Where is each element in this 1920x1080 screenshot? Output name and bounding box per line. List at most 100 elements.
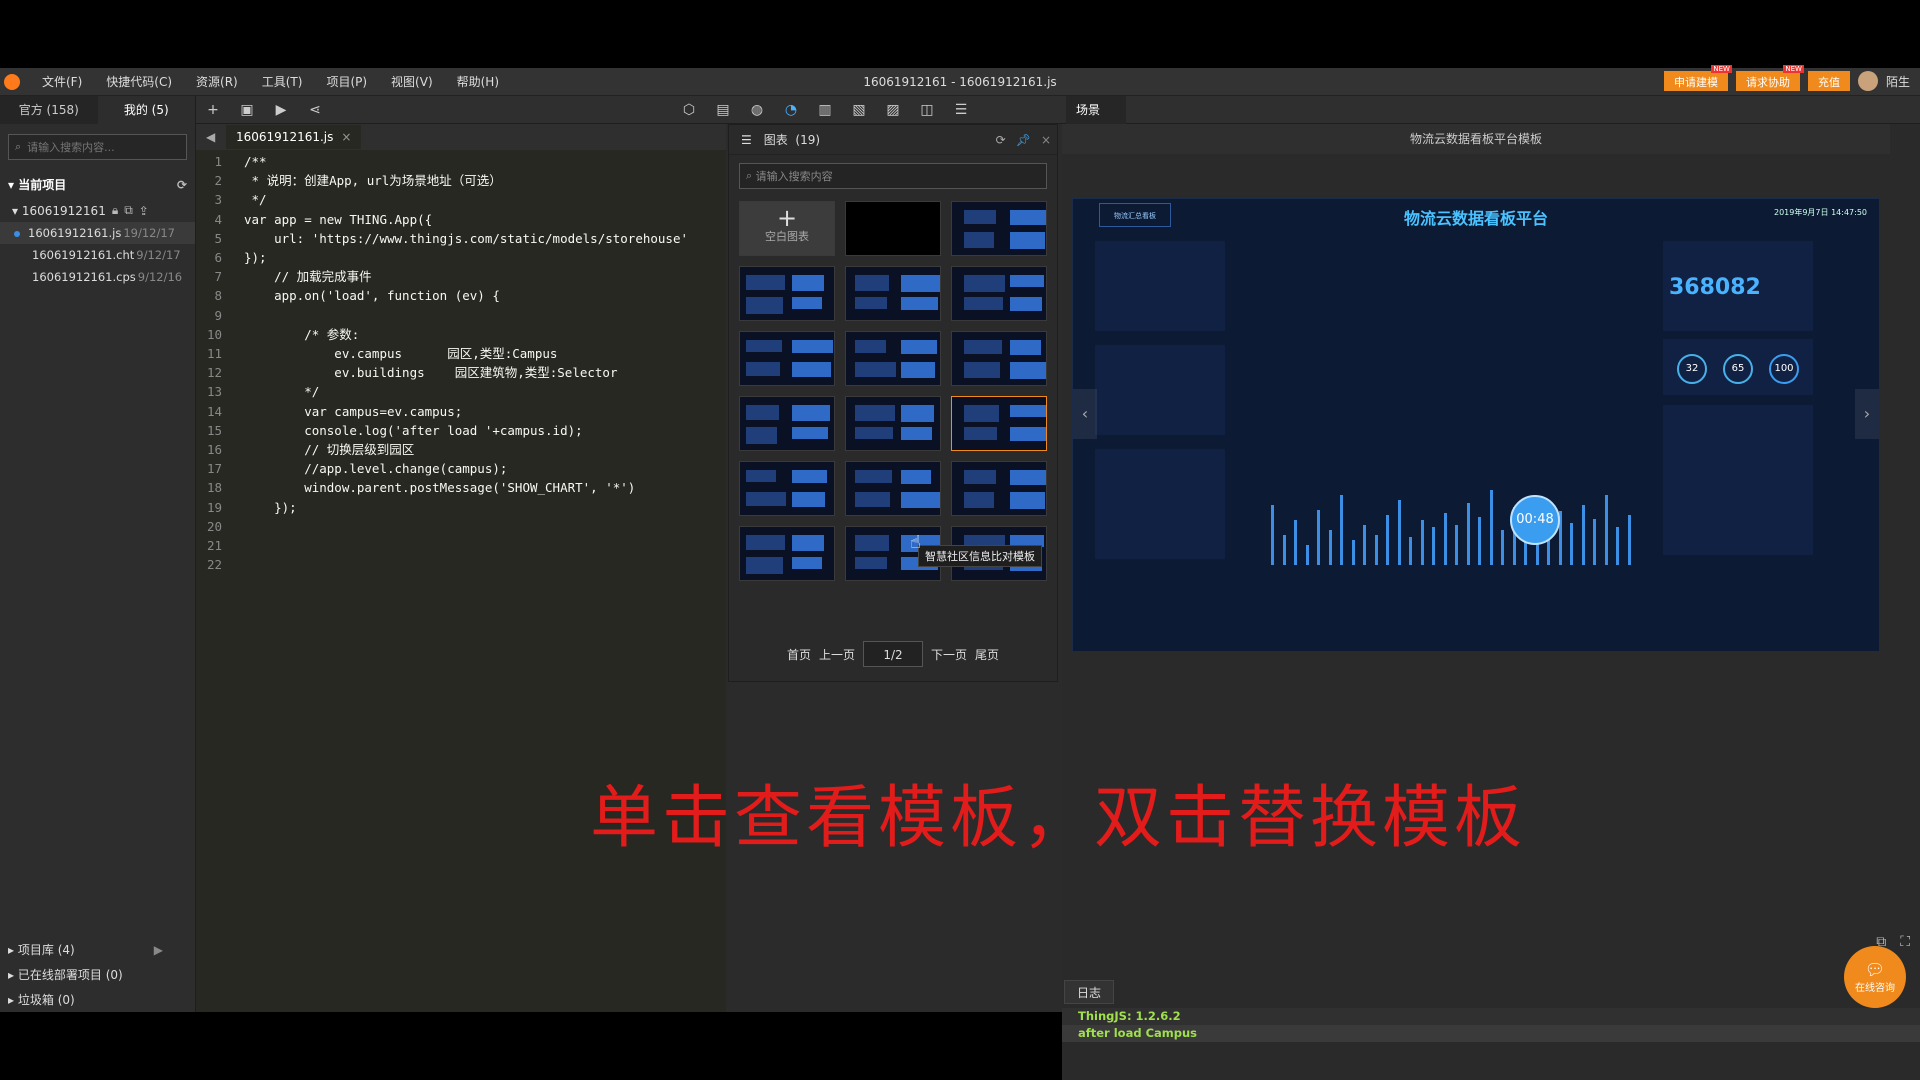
layout-icon[interactable]: ▥ [815,100,835,120]
book-icon[interactable]: ▤ [713,100,733,120]
username[interactable]: 陌生 [1886,73,1910,90]
tab-official[interactable]: 官方 (158) [0,96,98,124]
add-icon[interactable]: + [203,100,223,120]
prev-page-link[interactable]: 上一页 [819,646,855,663]
code-text[interactable]: //app.level.change(campus); [232,459,507,478]
code-text[interactable]: var app = new THING.App({ [232,210,432,229]
menu-help[interactable]: 帮助(H) [457,73,499,90]
code-text[interactable]: // 加载完成事件 [232,267,372,286]
template-thumbnail[interactable] [951,461,1047,516]
code-line[interactable]: 1 /** [196,152,726,171]
expand-icon[interactable]: ▾ [12,204,22,218]
first-page-link[interactable]: 首页 [787,646,811,663]
editor-tab[interactable]: 16061912161.js × [226,125,362,149]
code-text[interactable]: app.on('load', function (ev) { [232,286,500,305]
refresh-icon[interactable]: ⟳ [996,133,1006,147]
new-file-icon[interactable]: ⧉ [124,203,133,218]
template-thumbnail[interactable] [739,331,835,386]
code-line[interactable]: 9 [196,306,726,325]
menu-icon[interactable]: ☰ [741,133,752,147]
file-item[interactable]: 16061912161.cht 9/12/17 [0,244,195,266]
code-text[interactable]: }); [232,248,267,267]
code-line[interactable]: 18 window.parent.postMessage('SHOW_CHART… [196,478,726,497]
code-line[interactable]: 10 /* 参数: [196,325,726,344]
image-icon[interactable]: ▧ [849,100,869,120]
template-thumbnail[interactable] [739,266,835,321]
code-text[interactable]: // 切换层级到园区 [232,440,414,459]
file-item[interactable]: 16061912161.cps 9/12/16 [0,266,195,288]
prev-arrow-icon[interactable]: ‹ [1073,389,1097,439]
code-text[interactable]: */ [232,190,267,209]
code-text[interactable]: var campus=ev.campus; [232,402,462,421]
code-text[interactable]: url: 'https://www.thingjs.com/static/mod… [232,229,688,248]
code-line[interactable]: 20 [196,517,726,536]
code-line[interactable]: 5 url: 'https://www.thingjs.com/static/m… [196,229,726,248]
code-text[interactable]: * 说明：创建App, url为场景地址（可选） [232,171,502,190]
apply-modeling-button[interactable]: 申请建模 NEW [1663,65,1732,91]
close-icon[interactable]: × [1041,133,1051,147]
template-thumbnail[interactable] [845,266,941,321]
code-line[interactable]: 19 }); [196,498,726,517]
run-icon[interactable]: ▶ [271,100,291,120]
last-page-link[interactable]: 尾页 [975,646,999,663]
arrow-right-icon[interactable]: ▶ [154,943,163,957]
code-line[interactable]: 4 var app = new THING.App({ [196,210,726,229]
sidebar-search-input[interactable] [27,140,168,154]
code-lines[interactable]: 1/** 2 * 说明：创建App, url为场景地址（可选） 3 */4 var a… [196,150,726,574]
page-input[interactable]: 1/2 [863,641,923,667]
model-icon[interactable]: ⬡ [679,100,699,120]
menu-project[interactable]: 项目(P) [326,73,367,90]
template-thumbnail[interactable] [739,396,835,451]
menu-resources[interactable]: 资源(R) [196,73,238,90]
lock-icon[interactable]: 🔒︎ [112,203,118,218]
code-line[interactable]: 6}); [196,248,726,267]
list-icon[interactable]: ☰ [951,100,971,120]
code-line[interactable]: 21 [196,536,726,555]
code-line[interactable]: 15 console.log('after load '+campus.id); [196,421,726,440]
template-thumbnail[interactable] [845,461,941,516]
next-page-link[interactable]: 下一页 [931,646,967,663]
collapse-icon[interactable]: ▾ [8,178,18,192]
code-line[interactable]: 8 app.on('load', function (ev) { [196,286,726,305]
recharge-button[interactable]: 充值 [1807,71,1850,91]
chart-icon[interactable]: ◔ [781,100,801,120]
code-line[interactable]: 22 [196,555,726,574]
refresh-icon[interactable]: ⟳ [177,178,187,192]
code-line[interactable]: 2 * 说明：创建App, url为场景地址（可选） [196,171,726,190]
template-thumbnail[interactable] [951,266,1047,321]
trash[interactable]: ▸ 垃圾箱 (0) [0,987,195,1012]
template-thumbnail[interactable] [951,331,1047,386]
template-thumbnail[interactable] [951,396,1047,451]
code-line[interactable]: 12 ev.buildings 园区建筑物,类型:Selector [196,363,726,382]
picture-icon[interactable]: ▨ [883,100,903,120]
code-text[interactable] [232,555,244,574]
code-text[interactable]: /* 参数: [232,325,359,344]
code-text[interactable]: ev.buildings 园区建筑物,类型:Selector [232,363,617,382]
code-line[interactable]: 11 ev.campus 园区,类型:Campus [196,344,726,363]
code-text[interactable]: console.log('after load '+campus.id); [232,421,582,440]
pin-icon[interactable]: 📌︎ [1016,133,1031,147]
deployed-projects[interactable]: ▸ 已在线部署项目 (0) [0,962,195,987]
export-icon[interactable]: ⇪ [139,204,149,218]
template-thumbnail[interactable] [951,201,1047,256]
template-thumbnail[interactable] [845,331,941,386]
code-editor[interactable]: ◀ 16061912161.js × 1/** 2 * 说明：创建App, url为… [196,124,726,1012]
code-line[interactable]: 16 // 切换层级到园区 [196,440,726,459]
share-icon[interactable]: ⋖ [305,100,325,120]
next-arrow-icon[interactable]: › [1855,389,1879,439]
code-text[interactable]: */ [232,382,319,401]
blank-chart-tile[interactable]: + 空白图表 [739,201,835,256]
tab-log[interactable]: 日志 [1064,980,1114,1004]
code-line[interactable]: 7 // 加载完成事件 [196,267,726,286]
tab-scene[interactable]: 场景 [1066,96,1126,124]
code-text[interactable]: /** [232,152,267,171]
save-icon[interactable]: ▣ [237,100,257,120]
dashboard-preview-image[interactable]: 物流汇总看板 物流云数据看板平台 2019年9月7日 14:47:50 3680… [1072,198,1880,652]
code-text[interactable] [232,517,244,536]
project-library[interactable]: ▸ 项目库 (4) ▶ [0,937,195,962]
code-line[interactable]: 13 */ [196,382,726,401]
avatar[interactable] [1857,71,1878,91]
tab-left-arrow-icon[interactable]: ◀ [206,130,215,144]
menu-tools[interactable]: 工具(T) [262,73,303,90]
code-text[interactable]: window.parent.postMessage('SHOW_CHART', … [232,478,635,497]
